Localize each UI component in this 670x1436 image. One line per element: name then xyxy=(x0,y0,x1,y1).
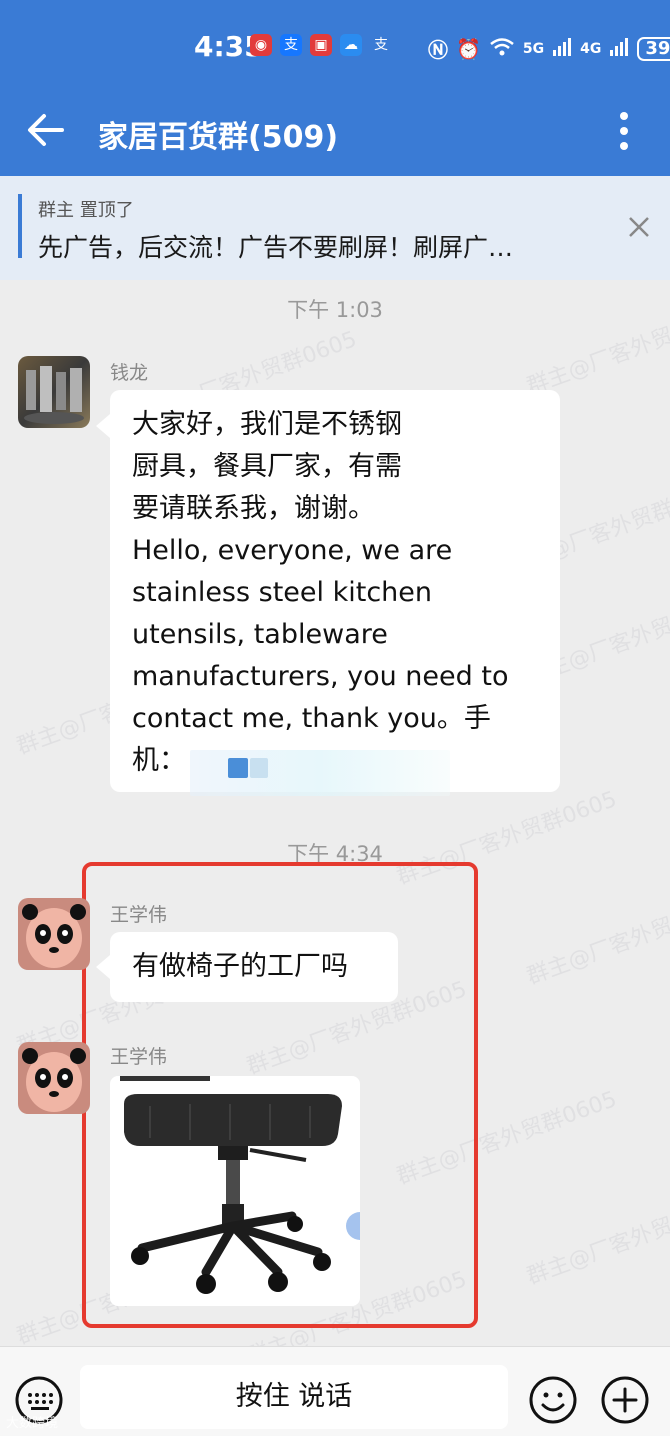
group-title: 家居百货群(509) xyxy=(98,120,339,155)
redacted-phone xyxy=(228,758,248,778)
signal-5g-label: 5G xyxy=(522,40,545,57)
pinned-announcement[interactable]: 群主 置顶了 先广告，后交流！广告不要刷屏！刷屏广… xyxy=(0,176,670,280)
more-button[interactable] xyxy=(612,110,636,154)
avatar[interactable] xyxy=(18,1042,90,1114)
back-button[interactable] xyxy=(26,110,66,150)
sender-name: 钱龙 xyxy=(110,362,149,384)
message-line: 要请联系我，谢谢。 xyxy=(132,493,375,524)
bubble-tail xyxy=(96,955,110,979)
time-separator: 下午 1:03 xyxy=(287,298,383,322)
message-bubble[interactable]: 大家好，我们是不锈钢 厨具，餐具厂家，有需 要请联系我，谢谢。 Hello, e… xyxy=(110,390,560,792)
bubble-tail xyxy=(96,414,110,438)
signal-bars-icon xyxy=(552,37,572,61)
message-line: stainless steel kitchen xyxy=(132,577,433,608)
input-bar: 按住 说话 xyxy=(0,1346,670,1436)
signal-4g-label: 4G xyxy=(580,40,602,57)
close-pinned-button[interactable] xyxy=(626,214,652,244)
source-watermark: 大数跨境 xyxy=(6,1416,59,1431)
plus-icon xyxy=(601,1376,649,1424)
panda-avatar-icon xyxy=(22,1048,86,1112)
hold-to-talk-button[interactable]: 按住 说话 xyxy=(80,1365,508,1429)
message-line: manufacturers, you need to xyxy=(132,661,509,692)
message-line: 大家好，我们是不锈钢 xyxy=(132,409,402,440)
pinned-accent-bar xyxy=(18,194,22,258)
emoji-icon xyxy=(529,1376,577,1424)
notification-icons: ◉ 支 ▣ ☁ 支 xyxy=(250,34,392,56)
battery-indicator: 39 xyxy=(637,36,670,61)
more-vertical-icon xyxy=(620,112,628,150)
office-stool-image xyxy=(120,1076,360,1294)
system-status: Ⓝ ⏰ 5G 4G 39 xyxy=(428,34,670,63)
watermark: 群主@厂客外贸群0605 xyxy=(523,1186,670,1290)
emoji-button[interactable] xyxy=(528,1375,578,1429)
alarm-icon: ⏰ xyxy=(456,36,481,61)
status-bar: 4:35 ◉ 支 ▣ ☁ 支 Ⓝ ⏰ 5G 4G 39 xyxy=(0,0,670,92)
nfc-icon: Ⓝ xyxy=(428,38,448,62)
watermark: 群主@厂客外贸群0605 xyxy=(523,886,670,990)
panda-avatar-icon xyxy=(22,904,86,968)
avatar[interactable] xyxy=(18,898,90,970)
alipay-icon: 支 xyxy=(374,37,388,53)
pinned-text: 先广告，后交流！广告不要刷屏！刷屏广… xyxy=(38,233,514,262)
signal-bars-icon xyxy=(609,37,629,61)
close-icon xyxy=(629,217,649,237)
message-line: contact me, thank you。手 xyxy=(132,703,491,734)
app-notification-icon: ◉ xyxy=(250,34,272,56)
app-notification-icon: ▣ xyxy=(310,34,332,56)
message-line: utensils, tableware xyxy=(132,619,388,650)
pinned-by: 群主 置顶了 xyxy=(38,200,134,221)
message-text: 有做椅子的工厂吗 xyxy=(132,951,348,982)
sender-name: 王学伟 xyxy=(110,904,168,926)
arrow-left-icon xyxy=(28,114,64,146)
cloud-icon: ☁ xyxy=(340,34,362,56)
sender-name: 王学伟 xyxy=(110,1046,168,1068)
image-message[interactable] xyxy=(110,1076,360,1306)
message-bubble[interactable]: 有做椅子的工厂吗 xyxy=(110,932,398,1002)
avatar[interactable] xyxy=(18,356,90,428)
add-button[interactable] xyxy=(600,1375,650,1429)
alipay-icon: 支 xyxy=(280,34,302,56)
wifi-icon xyxy=(489,37,515,61)
cookware-avatar-icon xyxy=(24,366,84,424)
message-line: Hello, everyone, we are xyxy=(132,535,453,566)
redacted-phone xyxy=(250,758,268,778)
message-line: 厨具，餐具厂家，有需 xyxy=(132,451,402,482)
chat-header: 家居百货群(509) xyxy=(0,92,670,176)
